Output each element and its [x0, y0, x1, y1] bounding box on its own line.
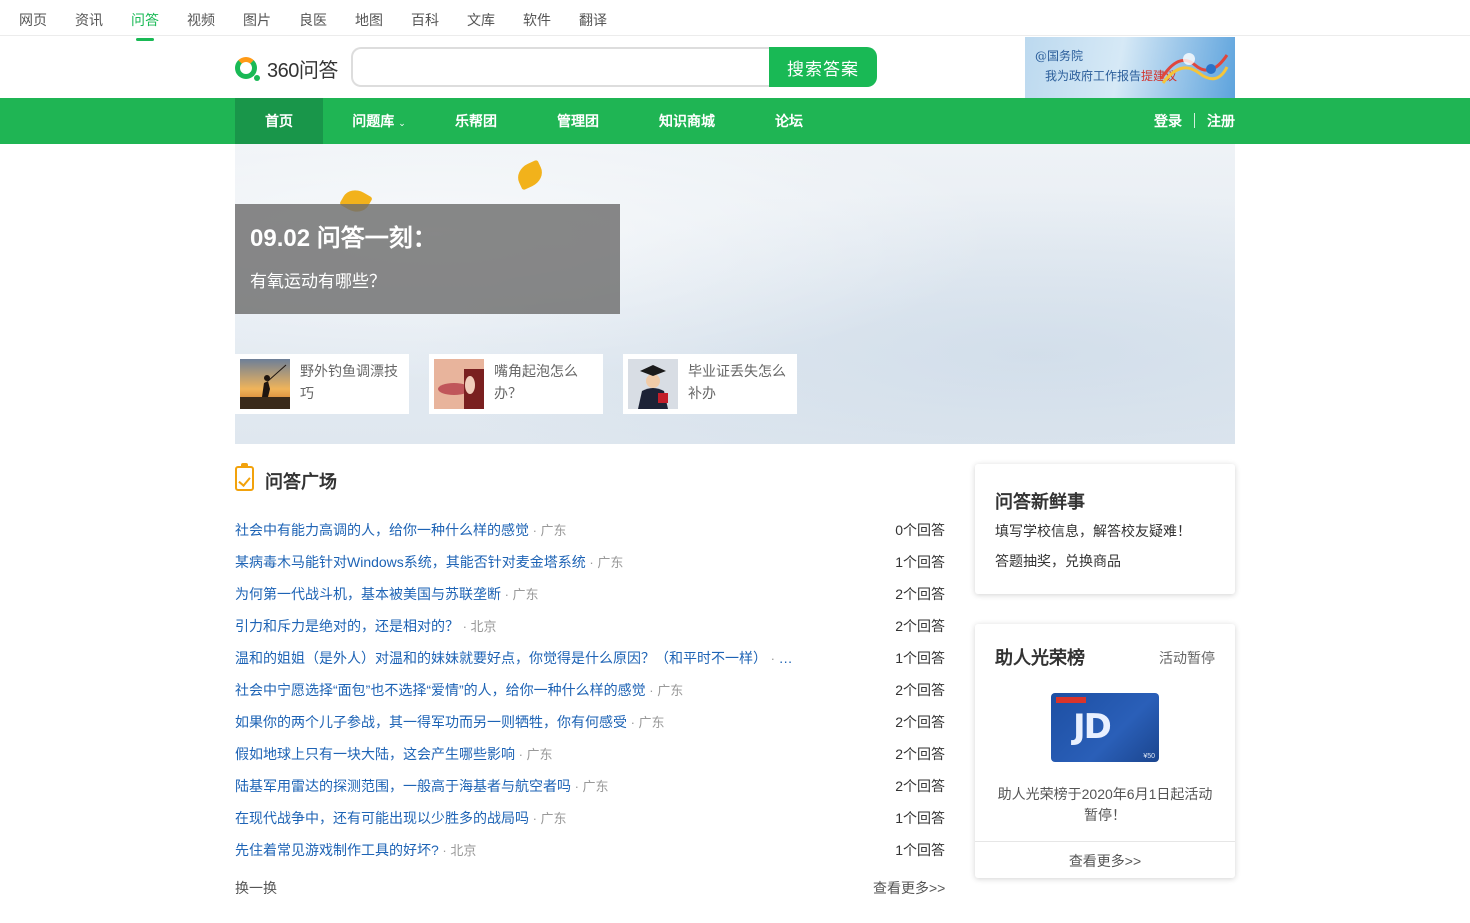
channel-webpage[interactable]: 网页	[19, 10, 47, 30]
question-row: 引力和斥力是绝对的，还是相对的？ · 北京 2个回答	[235, 616, 945, 638]
question-row: 社会中宁愿选择“面包”也不选择“爱情”的人，给你一种什么样的感觉 · 广东 2个回…	[235, 680, 945, 702]
graduate-photo	[628, 359, 678, 409]
logo-ring-icon	[235, 57, 260, 81]
question-link[interactable]: 假如地球上只有一块大陆，这会产生哪些影响 · 广东	[235, 744, 553, 764]
fresh-news-panel: 问答新鲜事 填写学校信息，解答校友疑难！ 答题抽奖，兑换商品	[975, 464, 1235, 594]
question-row: 在现代战争中，还有可能出现以少胜多的战局吗 · 广东 1个回答	[235, 808, 945, 830]
daily-question-text: 有氧运动有哪些？	[250, 272, 386, 291]
channel-news[interactable]: 资讯	[75, 10, 103, 30]
main-nav: 首页 问题库 ⌄ 乐帮团 管理团 知识商城 论坛 登录 注册	[0, 98, 1470, 144]
search-input[interactable]	[351, 47, 771, 87]
question-link[interactable]: 先住着常见游戏制作工具的好坏? · 北京	[235, 840, 476, 860]
nav-knowledge-mall[interactable]: 知识商城	[649, 98, 725, 144]
answer-count: 1个回答	[895, 810, 945, 826]
ad-decoration-icon	[1159, 53, 1229, 84]
honor-board-title: 助人光荣榜	[995, 648, 1085, 668]
channel-qa[interactable]: 问答	[131, 10, 159, 41]
logo-text: 360问答	[267, 59, 338, 82]
answer-count: 2个回答	[895, 714, 945, 730]
answer-count: 2个回答	[895, 618, 945, 634]
search-button[interactable]: 搜索答案	[769, 47, 877, 87]
nav-forum[interactable]: 论坛	[765, 98, 813, 144]
answer-count: 0个回答	[895, 522, 945, 538]
ad-banner[interactable]: @国务院 我为政府工作报告提建议	[1025, 37, 1235, 98]
jd-gift-card-image: JD ¥50	[1051, 693, 1159, 762]
ad-line1: @国务院	[1035, 49, 1084, 63]
nav-question-bank[interactable]: 问题库 ⌄	[343, 98, 415, 144]
question-row: 温和的姐姐（是外人）对温和的妹妹就要好点，你觉得是什么原因？（和平时不一样） ·…	[235, 648, 945, 670]
question-link[interactable]: 引力和斥力是绝对的，还是相对的？ · 北京	[235, 616, 497, 636]
ad-line2: 我为政府工作报告提建议	[1045, 69, 1178, 83]
fresh-news-link[interactable]: 答题抽奖，兑换商品	[995, 551, 1121, 571]
site-logo[interactable]: 360问答	[235, 56, 338, 82]
daily-question-date: 09.02 问答一刻：	[250, 225, 437, 252]
question-link[interactable]: 为何第一代战斗机，基本被美国与苏联垄断 · 广东	[235, 584, 539, 604]
plaza-more-link[interactable]: 查看更多>>	[873, 878, 945, 898]
hero-card-text: 野外钓鱼调漂技巧	[300, 363, 398, 401]
question-row: 社会中有能力高调的人，给你一种什么样的感觉 · 广东 0个回答	[235, 520, 945, 542]
hero-card[interactable]: 嘴角起泡怎么办？	[429, 354, 603, 414]
honor-board-desc: 助人光荣榜于2020年6月1日起活动暂停！	[997, 786, 1213, 823]
channel-nav: 网页 资讯 问答 视频 图片 良医 地图 百科 文库 软件 翻译	[0, 0, 1470, 41]
panel-divider	[975, 841, 1235, 842]
lips-photo	[434, 359, 484, 409]
question-row: 如果你的两个儿子参战，其一得军功而另一则牺牲，你有何感受 · 广东 2个回答	[235, 712, 945, 734]
channel-translate[interactable]: 翻译	[579, 10, 607, 30]
card-logo-decoration: JD	[1073, 707, 1112, 747]
leaf-decoration-icon	[513, 159, 547, 191]
question-link[interactable]: 如果你的两个儿子参战，其一得军功而另一则牺牲，你有何感受 · 广东	[235, 712, 665, 732]
daily-question-box[interactable]: 09.02 问答一刻： 有氧运动有哪些？	[235, 204, 620, 314]
question-link[interactable]: 温和的姐姐（是外人）对温和的妹妹就要好点，你觉得是什么原因？（和平时不一样） ·…	[235, 648, 800, 668]
honor-board-status: 活动暂停	[1159, 650, 1215, 666]
hero-card[interactable]: 野外钓鱼调漂技巧	[235, 354, 409, 414]
honor-more-link[interactable]: 查看更多>>	[975, 851, 1235, 871]
answer-count: 1个回答	[895, 650, 945, 666]
channel-software[interactable]: 软件	[523, 10, 551, 30]
question-link[interactable]: 在现代战争中，还有可能出现以少胜多的战局吗 · 广东	[235, 808, 567, 828]
channel-video[interactable]: 视频	[187, 10, 215, 30]
hero-card[interactable]: 毕业证丢失怎么补办	[623, 354, 797, 414]
answer-count: 2个回答	[895, 746, 945, 762]
auth-divider	[1194, 113, 1195, 128]
fresh-news-title: 问答新鲜事	[995, 492, 1085, 512]
clipboard-check-icon	[235, 463, 254, 491]
fresh-news-link[interactable]: 填写学校信息，解答校友疑难！	[995, 521, 1191, 541]
hero-card-text: 毕业证丢失怎么补办	[688, 363, 786, 401]
plaza-title: 问答广场	[265, 472, 337, 492]
channel-doctor[interactable]: 良医	[299, 10, 327, 30]
question-row: 先住着常见游戏制作工具的好坏? · 北京 1个回答	[235, 840, 945, 862]
question-row: 某病毒木马能针对Windows系统，其能否针对麦金塔系统 · 广东 1个回答	[235, 552, 945, 574]
nav-help-group[interactable]: 乐帮团	[445, 98, 507, 144]
card-tag-decoration	[1056, 697, 1086, 703]
honor-board-panel: 助人光荣榜 活动暂停 JD ¥50 助人光荣榜于2020年6月1日起活动暂停！ …	[975, 624, 1235, 878]
channel-map[interactable]: 地图	[355, 10, 383, 30]
question-link[interactable]: 某病毒木马能针对Windows系统，其能否针对麦金塔系统 · 广东	[235, 552, 623, 572]
answer-count: 2个回答	[895, 778, 945, 794]
hero-card-text: 嘴角起泡怎么办？	[494, 363, 578, 401]
nav-question-bank-label: 问题库	[352, 113, 395, 129]
nav-admin-group[interactable]: 管理团	[547, 98, 609, 144]
chevron-down-icon: ⌄	[398, 118, 406, 128]
question-link[interactable]: 陆基军用雷达的探测范围，一般高于海基者与航空者吗 · 广东	[235, 776, 609, 796]
question-row: 为何第一代战斗机，基本被美国与苏联垄断 · 广东 2个回答	[235, 584, 945, 606]
answer-count: 2个回答	[895, 586, 945, 602]
answer-count: 1个回答	[895, 554, 945, 570]
login-link[interactable]: 登录	[1154, 98, 1182, 144]
channel-encyclopedia[interactable]: 百科	[411, 10, 439, 30]
answer-count: 2个回答	[895, 682, 945, 698]
question-link[interactable]: 社会中宁愿选择“面包”也不选择“爱情”的人，给你一种什么样的感觉 · 广东	[235, 680, 683, 700]
nav-home[interactable]: 首页	[235, 98, 323, 144]
channel-images[interactable]: 图片	[243, 10, 271, 30]
question-row: 陆基军用雷达的探测范围，一般高于海基者与航空者吗 · 广东 2个回答	[235, 776, 945, 798]
hero-banner: 09.02 问答一刻： 有氧运动有哪些？ 野外钓鱼调漂技巧 嘴角起泡怎么办？ 毕…	[235, 144, 1235, 444]
register-link[interactable]: 注册	[1207, 98, 1235, 144]
fishing-photo	[240, 359, 290, 409]
channel-library[interactable]: 文库	[467, 10, 495, 30]
card-value-decoration: ¥50	[1143, 753, 1155, 760]
answer-count: 1个回答	[895, 842, 945, 858]
question-row: 假如地球上只有一块大陆，这会产生哪些影响 · 广东 2个回答	[235, 744, 945, 766]
question-link[interactable]: 社会中有能力高调的人，给你一种什么样的感觉 · 广东	[235, 520, 567, 540]
refresh-link[interactable]: 换一换	[235, 878, 277, 898]
